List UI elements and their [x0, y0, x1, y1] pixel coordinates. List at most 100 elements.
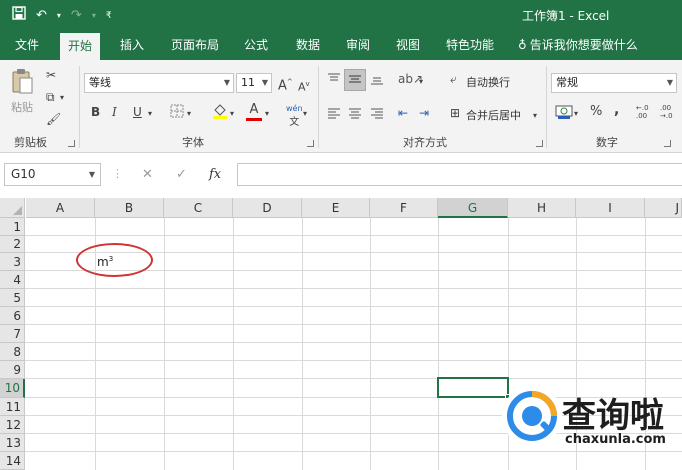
column-header-i[interactable]: I: [576, 198, 645, 218]
tell-me-search[interactable]: ♁ 告诉我你想要做什么: [518, 30, 638, 60]
row-header-3[interactable]: 3: [0, 253, 25, 271]
enter-icon[interactable]: ✓: [176, 167, 187, 182]
align-left-icon[interactable]: [327, 106, 341, 123]
tab-formulas[interactable]: 公式: [244, 30, 268, 60]
row-header-14[interactable]: 14: [0, 452, 25, 470]
decrease-indent-icon[interactable]: ⇤: [398, 106, 408, 120]
column-header-a[interactable]: A: [26, 198, 95, 218]
borders-icon[interactable]: [170, 104, 184, 121]
row-header-5[interactable]: 5: [0, 289, 25, 307]
row-header-1[interactable]: 1: [0, 218, 25, 236]
copy-dropdown-icon[interactable]: ▾: [60, 91, 64, 105]
column-header-f[interactable]: F: [370, 198, 438, 218]
fill-color-icon[interactable]: [212, 102, 228, 123]
phonetic-dropdown-icon[interactable]: ▾: [303, 107, 307, 121]
format-painter-icon[interactable]: 🖌: [46, 112, 61, 126]
align-center-icon[interactable]: [348, 106, 362, 123]
formula-bar: G10 ▼ ⋮ ✕ ✓ fx: [0, 153, 682, 198]
number-format-combo[interactable]: 常规 ▼: [551, 73, 677, 93]
accounting-dropdown-icon[interactable]: ▾: [574, 107, 578, 121]
row-header-12[interactable]: 12: [0, 416, 25, 434]
cancel-icon[interactable]: ✕: [142, 167, 153, 182]
bottom-align-icon[interactable]: [370, 72, 384, 89]
undo-dropdown-icon[interactable]: ▾: [57, 7, 61, 25]
merge-center-icon[interactable]: ⊞: [450, 106, 460, 120]
row-header-11[interactable]: 11: [0, 398, 25, 416]
column-header-h[interactable]: H: [508, 198, 576, 218]
font-name-combo[interactable]: 等线 ▼: [84, 73, 234, 93]
group-divider: [318, 66, 319, 148]
grow-font-button[interactable]: A^: [278, 75, 293, 93]
redo-icon[interactable]: ↷: [71, 7, 82, 25]
row-header-9[interactable]: 9: [0, 361, 25, 379]
middle-align-icon[interactable]: [348, 72, 362, 89]
column-header-b[interactable]: B: [95, 198, 164, 218]
shrink-font-button[interactable]: Av: [298, 77, 310, 95]
row-header-10[interactable]: 10: [0, 379, 25, 398]
increase-indent-icon[interactable]: ⇥: [419, 106, 429, 120]
customize-qat-icon[interactable]: ₹: [106, 7, 112, 25]
chevron-down-icon: ▼: [666, 78, 673, 87]
bold-button[interactable]: B: [91, 105, 100, 119]
fill-color-dropdown-icon[interactable]: ▾: [230, 107, 234, 121]
wrap-text-icon[interactable]: ⤶: [450, 72, 457, 86]
tab-review[interactable]: 审阅: [346, 30, 370, 60]
ribbon-home: 粘贴 ✂ ⧉ ▾ 🖌 剪贴板 等线 ▼ 11 ▼ A^ Av B I U ▾ ▾…: [0, 60, 682, 153]
accounting-format-icon[interactable]: [555, 104, 573, 123]
increase-decimal-button[interactable]: ←.0 .00: [636, 104, 656, 120]
orientation-dropdown-icon[interactable]: ▾: [419, 75, 423, 89]
formula-input[interactable]: [237, 163, 682, 186]
selected-cell-g10[interactable]: [437, 377, 509, 398]
wrap-text-button[interactable]: 自动换行: [466, 74, 510, 90]
phonetic-guide-icon[interactable]: wén 文: [286, 102, 303, 130]
select-all-button[interactable]: [0, 198, 25, 218]
column-header-e[interactable]: E: [302, 198, 370, 218]
underline-dropdown-icon[interactable]: ▾: [148, 107, 152, 121]
row-header-4[interactable]: 4: [0, 271, 25, 289]
merge-center-button[interactable]: 合并后居中: [466, 107, 521, 123]
tab-special-features[interactable]: 特色功能: [446, 30, 494, 60]
chevron-down-icon: ▼: [261, 78, 268, 87]
row-header-7[interactable]: 7: [0, 325, 25, 343]
row-header-6[interactable]: 6: [0, 307, 25, 325]
tab-insert[interactable]: 插入: [120, 30, 144, 60]
window-title: 工作簿1 - Excel: [522, 9, 610, 23]
font-launcher-icon[interactable]: [307, 140, 314, 147]
borders-dropdown-icon[interactable]: ▾: [187, 107, 191, 121]
paste-label[interactable]: 粘贴: [11, 99, 33, 115]
row-header-8[interactable]: 8: [0, 343, 25, 361]
paste-button[interactable]: [10, 68, 34, 99]
merge-dropdown-icon[interactable]: ▾: [533, 109, 537, 123]
alignment-launcher-icon[interactable]: [536, 140, 543, 147]
percent-button[interactable]: %: [590, 105, 602, 119]
row-header-2[interactable]: 2: [0, 236, 25, 253]
number-launcher-icon[interactable]: [664, 140, 671, 147]
tab-view[interactable]: 视图: [396, 30, 420, 60]
clipboard-launcher-icon[interactable]: [68, 140, 75, 147]
tab-data[interactable]: 数据: [296, 30, 320, 60]
tab-page-layout[interactable]: 页面布局: [171, 30, 219, 60]
tab-file[interactable]: 文件: [15, 30, 39, 60]
column-header-g[interactable]: G: [438, 198, 508, 218]
save-icon[interactable]: [12, 6, 26, 26]
underline-button[interactable]: U: [133, 105, 142, 119]
watermark-logo: [502, 386, 562, 446]
column-header-d[interactable]: D: [233, 198, 302, 218]
font-color-dropdown-icon[interactable]: ▾: [265, 107, 269, 121]
name-box[interactable]: G10 ▼: [4, 163, 101, 186]
insert-function-icon[interactable]: fx: [209, 167, 221, 182]
top-align-icon[interactable]: [327, 72, 341, 89]
comma-button[interactable]: ,: [614, 103, 619, 117]
italic-button[interactable]: I: [112, 105, 117, 119]
decrease-decimal-button[interactable]: .00 →.0: [660, 104, 680, 120]
font-size-combo[interactable]: 11 ▼: [236, 73, 272, 93]
column-header-j[interactable]: J: [645, 198, 682, 218]
align-right-icon[interactable]: [370, 106, 384, 123]
font-color-icon[interactable]: A: [246, 102, 262, 121]
column-header-c[interactable]: C: [164, 198, 233, 218]
row-header-13[interactable]: 13: [0, 434, 25, 452]
undo-icon[interactable]: ↶: [36, 7, 47, 25]
tab-home[interactable]: 开始: [60, 33, 101, 60]
copy-icon[interactable]: ⧉: [46, 90, 55, 104]
cut-icon[interactable]: ✂: [46, 68, 56, 82]
